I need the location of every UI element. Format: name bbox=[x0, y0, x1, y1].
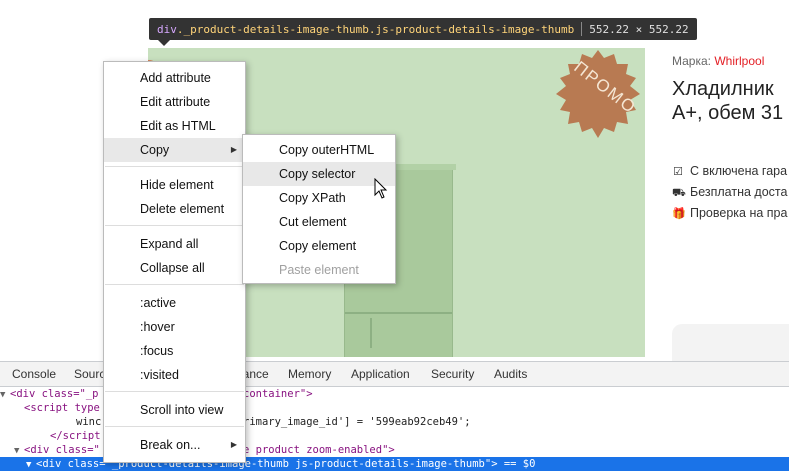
menu-state-hover[interactable]: :hover bbox=[104, 315, 245, 339]
dom-line-start: </script bbox=[50, 430, 101, 442]
menu-state-visited[interactable]: :visited bbox=[104, 363, 245, 387]
menu-copy-label: Copy bbox=[140, 143, 170, 157]
submenu-arrow-icon: ▶ bbox=[230, 440, 237, 449]
dom-tail: > == $0 bbox=[491, 458, 536, 470]
menu-expand-all[interactable]: Expand all bbox=[104, 232, 245, 256]
menu-separator bbox=[105, 391, 244, 392]
dom-line-start: <div class=" bbox=[24, 444, 100, 456]
menu-separator bbox=[105, 426, 244, 427]
collapse-arrow-icon[interactable]: ▼ bbox=[26, 458, 36, 471]
submenu-arrow-icon: ▶ bbox=[230, 145, 237, 154]
brand-label: Марка: bbox=[672, 54, 711, 68]
tab-memory[interactable]: Memory bbox=[288, 362, 331, 386]
menu-collapse-all[interactable]: Collapse all bbox=[104, 256, 245, 280]
checkbox-icon: ☑ bbox=[673, 166, 683, 178]
dom-tag: <div bbox=[36, 458, 62, 470]
mouse-cursor-icon bbox=[374, 178, 388, 199]
menu-state-active[interactable]: :active bbox=[104, 291, 245, 315]
tab-console[interactable]: Console bbox=[12, 362, 56, 386]
feature-text: Безплатна доста bbox=[690, 185, 788, 199]
menu-break-on-label: Break on... bbox=[140, 438, 201, 452]
menu-edit-attribute[interactable]: Edit attribute bbox=[104, 90, 245, 114]
collapse-arrow-icon[interactable]: ▼ bbox=[14, 444, 24, 457]
submenu-cut-element[interactable]: Cut element bbox=[243, 210, 395, 234]
dom-line-end: rimary_image_id'] = '599eab92ceb49'; bbox=[243, 416, 471, 428]
tooltip-dimensions: 552.22 × 552.22 bbox=[589, 22, 689, 36]
menu-separator bbox=[105, 284, 244, 285]
submenu-copy-xpath[interactable]: Copy XPath bbox=[243, 186, 395, 210]
menu-hide-element[interactable]: Hide element bbox=[104, 173, 245, 197]
truck-icon: ⛟ bbox=[672, 187, 686, 199]
tooltip-classes: ._product-details-image-thumb.js-product… bbox=[176, 22, 575, 36]
feature-text: С включена гара bbox=[690, 164, 788, 178]
dom-line-end: e product zoom-enabled"> bbox=[243, 444, 395, 456]
product-title-line1: Хладилник bbox=[672, 78, 774, 100]
product-title: Хладилник А+, обем 31 bbox=[672, 77, 783, 125]
menu-delete-element[interactable]: Delete element bbox=[104, 197, 245, 221]
menu-edit-as-html[interactable]: Edit as HTML bbox=[104, 114, 245, 138]
submenu-paste-element: Paste element bbox=[279, 263, 359, 277]
inspect-tooltip: div ._product-details-image-thumb.js-prod… bbox=[149, 18, 697, 40]
menu-copy[interactable]: Copy ▶ bbox=[104, 138, 245, 162]
feature-delivery: ⛟ Безплатна доста bbox=[672, 185, 787, 201]
collapse-arrow-icon[interactable]: ▼ bbox=[0, 388, 10, 401]
dom-line-start: winc bbox=[76, 416, 102, 428]
brand-link[interactable]: Whirlpool bbox=[714, 54, 764, 68]
gift-icon: 🎁 bbox=[672, 208, 686, 220]
menu-separator bbox=[105, 166, 244, 167]
dom-line-start: <script type bbox=[24, 402, 100, 414]
tab-audits[interactable]: Audits bbox=[494, 362, 527, 386]
feature-inspection: 🎁 Проверка на пра bbox=[672, 206, 787, 220]
price-card bbox=[672, 324, 789, 364]
brand-line: Марка: Whirlpool bbox=[672, 54, 764, 68]
menu-add-attribute[interactable]: Add attribute bbox=[104, 66, 245, 90]
dom-attr: class= bbox=[61, 458, 106, 470]
tab-security[interactable]: Security bbox=[431, 362, 474, 386]
feature-warranty: ☑ С включена гара bbox=[672, 164, 787, 178]
copy-submenu: Copy outerHTML Copy selector Copy XPath … bbox=[242, 134, 396, 284]
dom-line-start: <div class="_p bbox=[10, 388, 99, 400]
context-menu: Add attribute Edit attribute Edit as HTM… bbox=[103, 61, 246, 463]
feature-text: Проверка на пра bbox=[690, 206, 788, 220]
submenu-copy-element[interactable]: Copy element bbox=[243, 234, 395, 258]
tooltip-arrow bbox=[158, 40, 170, 46]
submenu-copy-selector[interactable]: Copy selector bbox=[243, 162, 395, 186]
menu-separator bbox=[105, 225, 244, 226]
tab-sources[interactable]: Sourc bbox=[74, 362, 105, 386]
submenu-copy-outerhtml[interactable]: Copy outerHTML bbox=[243, 138, 395, 162]
dom-line-end: container"> bbox=[243, 388, 313, 400]
tooltip-tag: div bbox=[157, 22, 177, 36]
tab-application[interactable]: Application bbox=[351, 362, 410, 386]
menu-state-focus[interactable]: :focus bbox=[104, 339, 245, 363]
menu-scroll-into-view[interactable]: Scroll into view bbox=[104, 398, 245, 422]
menu-break-on[interactable]: Break on... ▶ bbox=[104, 433, 245, 457]
product-title-line2: А+, обем 31 bbox=[672, 102, 784, 124]
